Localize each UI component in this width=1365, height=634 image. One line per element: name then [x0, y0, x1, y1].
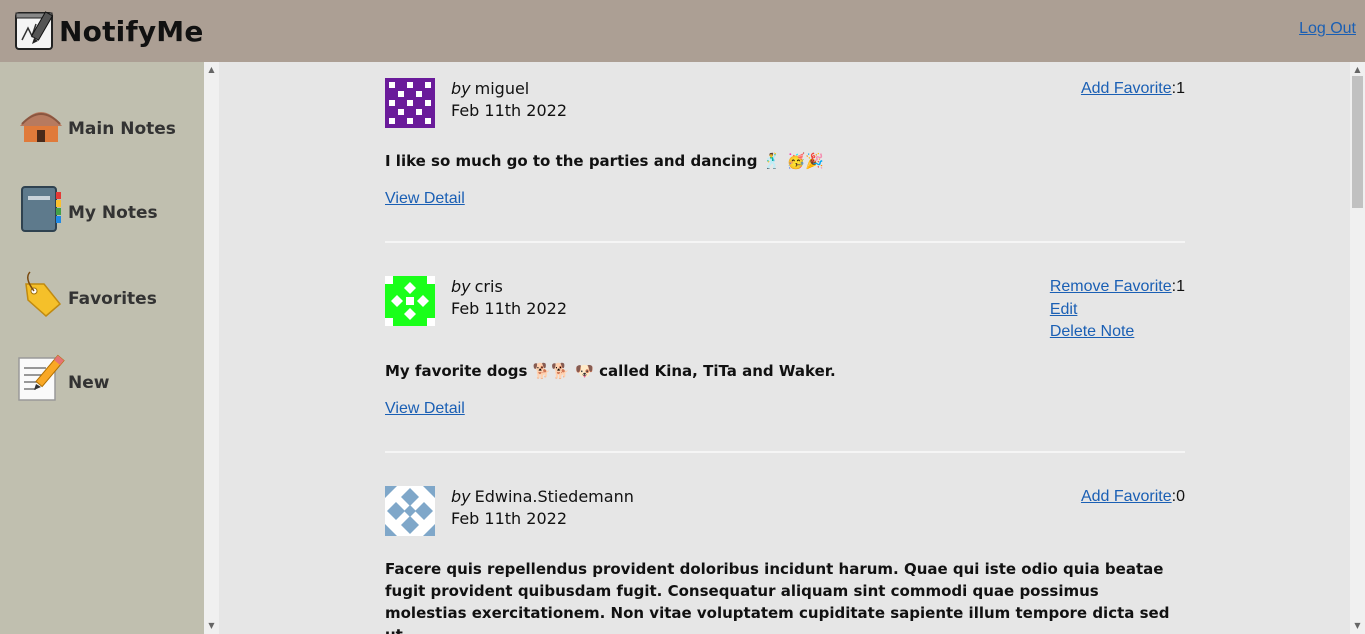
app-header: NotifyMe Log Out — [0, 0, 1365, 62]
scroll-thumb[interactable] — [1352, 76, 1363, 208]
view-detail-link[interactable]: View Detail — [385, 190, 465, 208]
author-name: miguel — [474, 79, 530, 98]
sidebar: Main Notes My Notes Favorites New — [0, 62, 204, 634]
hut-icon — [20, 112, 62, 142]
sidebar-item-label: Main Notes — [68, 119, 176, 139]
sidebar-item-label: Favorites — [68, 289, 157, 309]
note-date: Feb 11th 2022 — [451, 101, 567, 120]
notes-feed: by miguel Feb 11th 2022 Add Favorite:1 I … — [219, 62, 1350, 634]
by-label: by — [451, 277, 471, 296]
note-card: by miguel Feb 11th 2022 Add Favorite:1 I … — [385, 78, 1185, 218]
sidebar-item-label: My Notes — [68, 203, 158, 223]
sidebar-item-new[interactable]: New — [16, 354, 109, 404]
add-favorite-link[interactable]: Add Favorite — [1081, 80, 1172, 97]
note-actions: Add Favorite:1 — [1081, 78, 1185, 101]
sidebar-item-main-notes[interactable]: Main Notes — [16, 100, 176, 150]
notepad-pen-icon — [15, 11, 54, 50]
note-actions: Add Favorite:0 — [1081, 486, 1185, 509]
note-body: Facere quis repellendus provident dolori… — [385, 560, 1170, 634]
note-card: by Edwina.Stiedemann Feb 11th 2022 Add Fa… — [385, 486, 1185, 634]
scroll-up-icon[interactable]: ▲ — [1350, 64, 1365, 76]
note-body: My favorite dogs 🐕🐕 🐶 called Kina, TiTa … — [385, 362, 836, 380]
favorite-count: :0 — [1171, 488, 1185, 505]
note-card: by cris Feb 11th 2022 Remove Favorite:1 E… — [385, 276, 1185, 426]
by-label: by — [451, 487, 471, 506]
remove-favorite-link[interactable]: Remove Favorite — [1050, 278, 1172, 295]
sidebar-item-favorites[interactable]: Favorites — [16, 270, 157, 320]
note-meta: by Edwina.Stiedemann Feb 11th 2022 — [451, 486, 634, 530]
sidebar-item-label: New — [68, 373, 110, 393]
edit-link[interactable]: Edit — [1050, 301, 1078, 318]
note-date: Feb 11th 2022 — [451, 509, 567, 528]
avatar — [385, 78, 435, 128]
notebook-icon — [21, 186, 61, 232]
by-label: by — [451, 79, 471, 98]
scroll-down-icon[interactable]: ▼ — [204, 620, 219, 632]
sidebar-item-my-notes[interactable]: My Notes — [16, 184, 158, 234]
logout-link[interactable]: Log Out — [1299, 20, 1356, 38]
favorite-count: :1 — [1171, 80, 1185, 97]
add-favorite-link[interactable]: Add Favorite — [1081, 488, 1172, 505]
tag-icon — [25, 271, 62, 317]
note-actions: Remove Favorite:1 Edit Delete Note — [1050, 276, 1185, 344]
note-meta: by cris Feb 11th 2022 — [451, 276, 567, 320]
avatar — [385, 276, 435, 326]
note-divider — [385, 241, 1185, 243]
delete-note-link[interactable]: Delete Note — [1050, 323, 1135, 340]
avatar — [385, 486, 435, 536]
note-body: I like so much go to the parties and dan… — [385, 152, 824, 170]
view-detail-link[interactable]: View Detail — [385, 400, 465, 418]
app-title: NotifyMe — [59, 14, 204, 48]
memo-pencil-icon — [18, 354, 65, 401]
author-name: cris — [474, 277, 503, 296]
note-date: Feb 11th 2022 — [451, 299, 567, 318]
favorite-count: :1 — [1171, 278, 1185, 295]
scroll-down-icon[interactable]: ▼ — [1350, 620, 1365, 632]
sidebar-scrollbar[interactable]: ▲ ▼ — [204, 62, 219, 634]
main-scrollbar[interactable]: ▲ ▼ — [1350, 62, 1365, 634]
brand[interactable]: NotifyMe — [14, 10, 204, 52]
author-name: Edwina.Stiedemann — [474, 487, 634, 506]
note-meta: by miguel Feb 11th 2022 — [451, 78, 567, 122]
note-divider — [385, 451, 1185, 453]
scroll-up-icon[interactable]: ▲ — [204, 64, 219, 76]
